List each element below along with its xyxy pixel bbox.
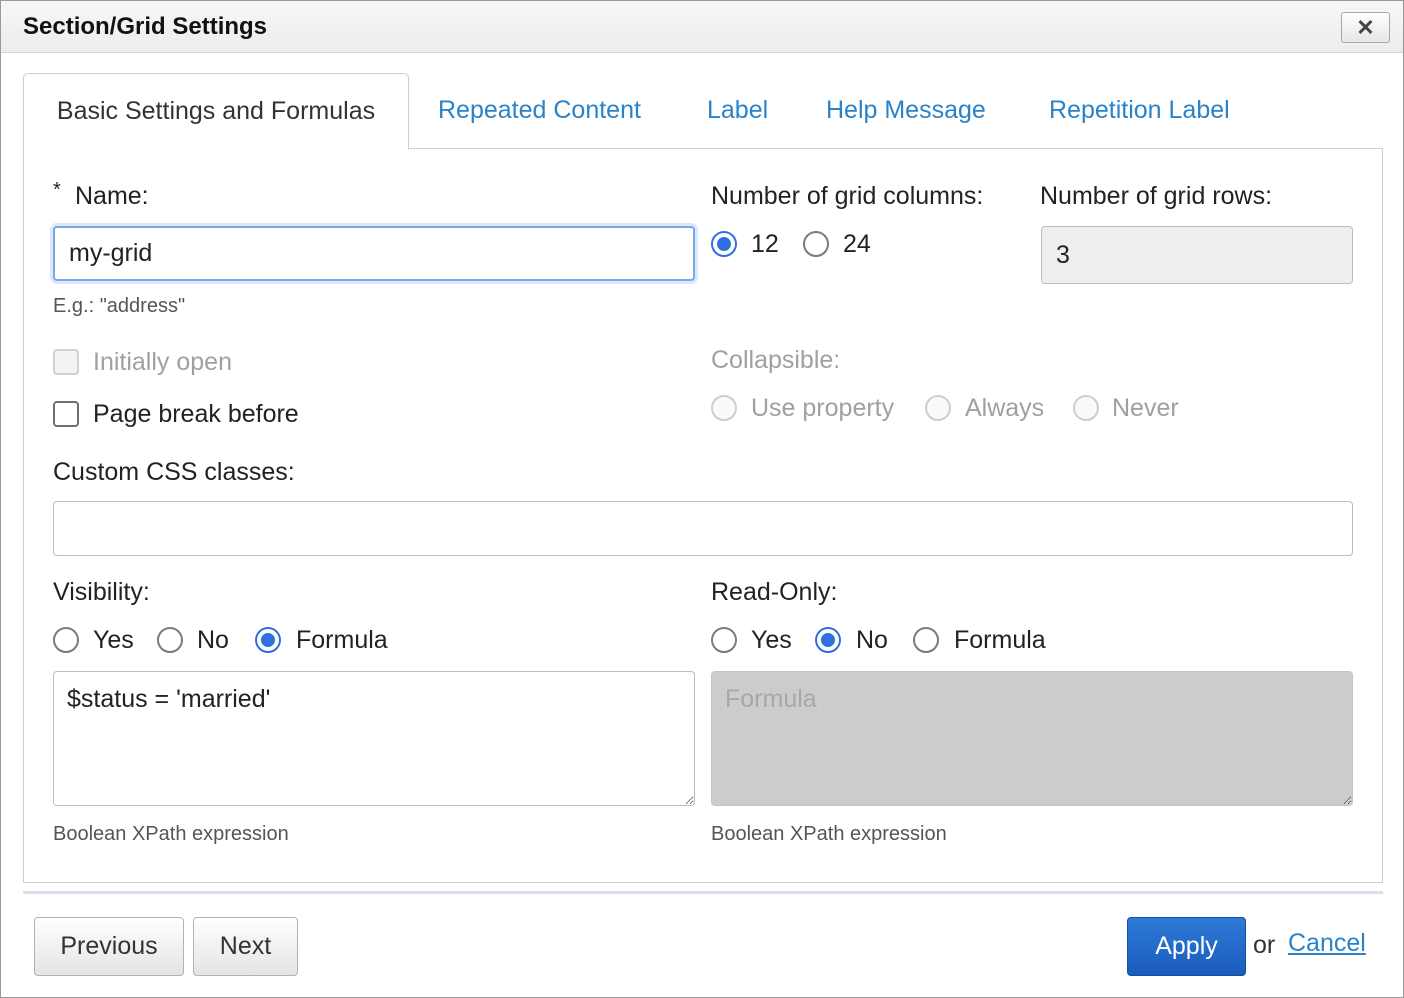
required-mark: * <box>53 179 61 201</box>
read-only-formula-radio[interactable] <box>913 627 939 653</box>
grid-columns-24-label: 24 <box>843 230 871 258</box>
page-break-checkbox[interactable] <box>53 401 79 427</box>
grid-columns-label: Number of grid columns: <box>711 182 984 210</box>
visibility-no-label: No <box>197 626 229 654</box>
read-only-no-radio[interactable] <box>815 627 841 653</box>
next-button[interactable]: Next <box>193 917 298 976</box>
tab-repeated-content[interactable]: Repeated Content <box>438 73 641 149</box>
close-icon: ✕ <box>1356 15 1375 40</box>
page-break-label: Page break before <box>93 400 299 428</box>
name-hint: E.g.: "address" <box>53 295 186 317</box>
name-label: Name: <box>75 182 149 210</box>
tab-repetition-label[interactable]: Repetition Label <box>1049 73 1230 149</box>
tab-bar: Basic Settings and Formulas Repeated Con… <box>23 73 1383 150</box>
tab-label[interactable]: Label <box>707 73 768 149</box>
visibility-yes-label: Yes <box>93 626 134 654</box>
css-classes-label: Custom CSS classes: <box>53 458 295 486</box>
initially-open-checkbox[interactable] <box>53 349 79 375</box>
read-only-formula-textarea[interactable] <box>711 671 1353 806</box>
grid-rows-input[interactable] <box>1041 226 1353 284</box>
grid-rows-label: Number of grid rows: <box>1040 182 1273 210</box>
settings-dialog: Section/Grid Settings ✕ Basic Settings a… <box>0 0 1404 998</box>
css-classes-input[interactable] <box>53 501 1353 556</box>
visibility-yes-radio[interactable] <box>53 627 79 653</box>
visibility-no-radio[interactable] <box>157 627 183 653</box>
collapsible-use-property-radio[interactable] <box>711 395 737 421</box>
visibility-hint: Boolean XPath expression <box>53 823 289 845</box>
grid-columns-12-radio[interactable] <box>711 231 737 257</box>
collapsible-use-property-label: Use property <box>751 394 895 422</box>
grid-columns-12-label: 12 <box>751 230 779 258</box>
collapsible-always-radio[interactable] <box>925 395 951 421</box>
grid-columns-24-radio[interactable] <box>803 231 829 257</box>
read-only-no-label: No <box>856 626 888 654</box>
collapsible-never-label: Never <box>1112 394 1179 422</box>
read-only-yes-label: Yes <box>751 626 792 654</box>
visibility-label: Visibility: <box>53 578 150 606</box>
previous-button[interactable]: Previous <box>34 917 184 976</box>
dialog-titlebar: Section/Grid Settings ✕ <box>1 1 1403 53</box>
read-only-formula-label: Formula <box>954 626 1046 654</box>
read-only-yes-radio[interactable] <box>711 627 737 653</box>
collapsible-always-label: Always <box>965 394 1045 422</box>
cancel-link[interactable]: Cancel <box>1288 929 1366 958</box>
or-text: or <box>1253 931 1276 959</box>
initially-open-label: Initially open <box>93 348 232 376</box>
dialog-title: Section/Grid Settings <box>23 13 268 40</box>
collapsible-never-radio[interactable] <box>1073 395 1099 421</box>
visibility-formula-label: Formula <box>296 626 388 654</box>
tab-basic-settings[interactable]: Basic Settings and Formulas <box>23 73 409 150</box>
read-only-hint: Boolean XPath expression <box>711 823 947 845</box>
read-only-label: Read-Only: <box>711 578 838 606</box>
visibility-formula-radio[interactable] <box>255 627 281 653</box>
visibility-formula-textarea[interactable]: $status = 'married' <box>53 671 695 806</box>
footer-separator <box>23 891 1383 894</box>
collapsible-label: Collapsible: <box>711 346 841 374</box>
apply-button[interactable]: Apply <box>1127 917 1246 976</box>
tab-help-message[interactable]: Help Message <box>826 73 986 149</box>
close-button[interactable]: ✕ <box>1341 12 1390 43</box>
name-input[interactable] <box>53 226 695 281</box>
